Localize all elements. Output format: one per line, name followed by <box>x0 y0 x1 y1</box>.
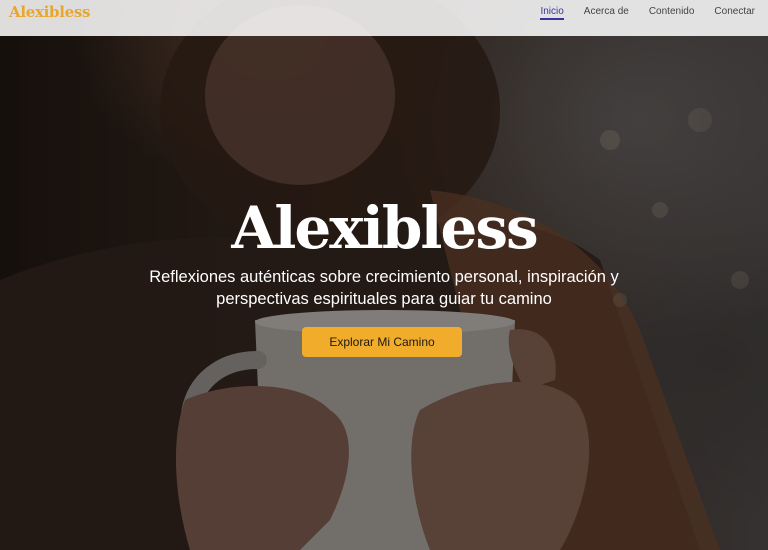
nav-link-inicio[interactable]: Inicio <box>540 0 565 20</box>
hero-title: Alexibless <box>231 194 538 262</box>
main-nav: Inicio Acerca de Contenido Conectar <box>520 0 755 36</box>
hero-subtitle: Reflexiones auténticas sobre crecimiento… <box>149 268 619 308</box>
explore-journey-button[interactable]: Explorar Mi Camino <box>302 327 462 357</box>
nav-link-contenido[interactable]: Contenido <box>649 0 695 17</box>
site-logo[interactable]: Alexibless <box>9 3 90 21</box>
nav-link-acerca-de[interactable]: Acerca de <box>584 0 629 17</box>
top-navbar: Alexibless Inicio Acerca de Contenido Co… <box>0 0 768 36</box>
nav-link-conectar[interactable]: Conectar <box>714 0 755 17</box>
